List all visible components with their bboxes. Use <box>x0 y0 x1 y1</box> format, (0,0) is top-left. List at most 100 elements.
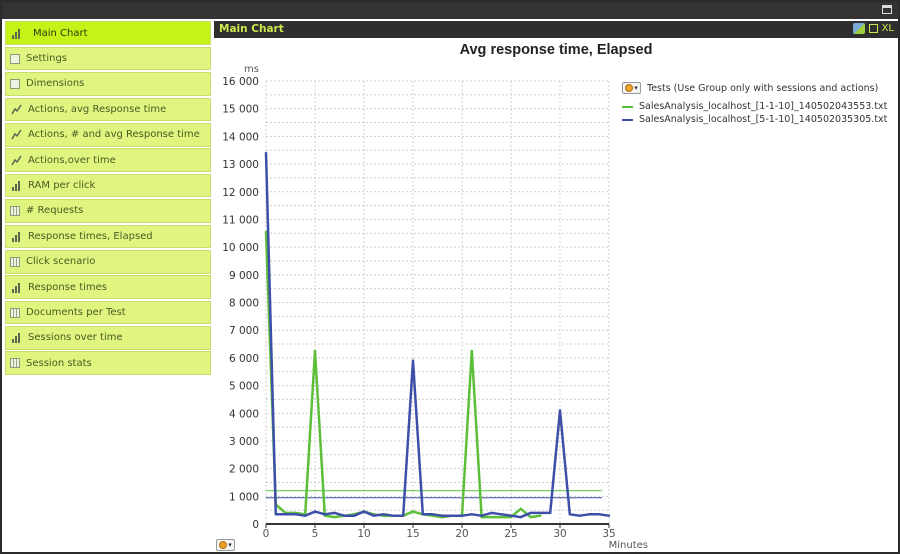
sidebar-item-label: RAM per click <box>28 180 96 192</box>
sidebar: Main Chart Settings Dimensions Actions, avg… <box>5 21 211 377</box>
y-tick-label: 8 000 <box>229 298 259 310</box>
table-icon <box>10 358 20 369</box>
sidebar-item-session-stats[interactable]: Session stats <box>5 351 211 376</box>
window-titlebar <box>2 2 898 19</box>
data-point-series-1 <box>343 514 346 517</box>
table-icon <box>10 256 20 267</box>
data-point-series-1 <box>382 513 385 516</box>
app-window: Main Chart Settings Dimensions Actions, avg… <box>0 0 900 554</box>
data-point-series-1 <box>313 510 317 513</box>
data-point-series-1 <box>323 513 326 516</box>
sidebar-item-label: Sessions over time <box>28 332 123 344</box>
table-icon <box>10 205 20 216</box>
gear-icon <box>219 541 228 549</box>
data-point-series-1 <box>558 409 562 412</box>
sidebar-item-dimensions[interactable]: Dimensions <box>5 72 211 96</box>
x-axis-label: Minutes <box>609 540 648 551</box>
gear-icon <box>625 84 634 92</box>
data-point-series-1 <box>441 514 444 517</box>
main-header: Main Chart XL <box>214 21 898 38</box>
form-icon <box>10 53 20 64</box>
data-point-series-0 <box>490 515 493 519</box>
sidebar-item-actions-and-avg-response-time[interactable]: Actions, # and avg Response time <box>5 122 211 147</box>
sidebar-item-label: Documents per Test <box>26 307 126 318</box>
header-tools: XL <box>852 23 894 34</box>
line-chart-icon <box>10 155 22 166</box>
data-point-series-1 <box>362 510 366 513</box>
y-tick-label: 12 000 <box>222 187 259 199</box>
sidebar-item-label: # Requests <box>26 205 84 217</box>
y-tick-label: 4 000 <box>229 408 259 420</box>
maximize-icon[interactable] <box>882 5 892 14</box>
data-point-series-1 <box>588 513 591 516</box>
sidebar-item-label: Settings <box>26 53 68 65</box>
bar-chart-icon <box>10 180 22 192</box>
sidebar-item-requests[interactable]: # Requests <box>5 199 211 223</box>
sidebar-item-actions-avg-response-time[interactable]: Actions, avg Response time <box>5 97 211 122</box>
print-icon[interactable] <box>868 24 878 33</box>
data-point-series-1 <box>294 513 297 516</box>
sidebar-item-label: Session stats <box>26 357 92 369</box>
data-point-series-0 <box>529 515 532 519</box>
y-tick-label: 15 000 <box>222 104 259 116</box>
sidebar-item-documents-per-test[interactable]: Documents per Test <box>5 300 211 325</box>
data-point-series-0 <box>333 515 336 519</box>
sidebar-item-label: Actions, # and avg Response time <box>28 129 200 141</box>
legend-item[interactable]: SalesAnalysis_localhost_[1-1-10]_1405020… <box>622 100 887 113</box>
x-tick-label: 5 <box>312 528 319 540</box>
sidebar-item-label: Response times, Elapsed <box>28 230 153 242</box>
data-point-series-1 <box>568 513 571 516</box>
x-tick-label: 35 <box>602 528 615 540</box>
data-point-series-1 <box>607 514 611 517</box>
data-point-series-1 <box>304 514 307 517</box>
main-title: Main Chart <box>219 23 284 35</box>
export-icon[interactable] <box>852 23 865 34</box>
sidebar-item-actions-over-time[interactable]: Actions,over time <box>5 148 211 172</box>
sidebar-item-settings[interactable]: Settings <box>5 46 211 71</box>
sidebar-item-click-scenario[interactable]: Click scenario <box>5 249 211 274</box>
data-point-series-0 <box>470 349 473 353</box>
sidebar-item-sessions-over-time[interactable]: Sessions over time <box>5 326 211 350</box>
data-point-series-0 <box>264 230 268 234</box>
data-point-series-1 <box>549 511 552 515</box>
data-point-series-0 <box>313 349 317 353</box>
x-tick-label: 15 <box>406 528 419 540</box>
chart-options-button[interactable]: ▾ <box>216 534 235 553</box>
chart-area: Avg response time, Elapsed 01 000 2 000 3 … <box>214 38 898 554</box>
y-tick-label: 16 000 <box>222 76 259 88</box>
data-point-series-1 <box>470 513 473 516</box>
series-line-1 <box>264 152 610 519</box>
y-tick-label: 10 000 <box>222 242 259 254</box>
sidebar-item-label: Dimensions <box>26 78 85 90</box>
data-point-series-1 <box>402 514 405 517</box>
y-tick-label: 7 000 <box>229 325 259 337</box>
sidebar-item-label: Response times <box>28 281 108 293</box>
sidebar-item-response-times-elapsed[interactable]: Response times, Elapsed <box>5 224 211 249</box>
data-point-series-1 <box>372 514 375 517</box>
excel-export-button[interactable]: XL <box>882 23 894 34</box>
legend-label: SalesAnalysis_localhost_[1-1-10]_1405020… <box>639 101 888 112</box>
data-point-series-1 <box>539 511 542 515</box>
data-point-series-1 <box>333 511 336 515</box>
y-tick-label: 2 000 <box>229 464 259 476</box>
y-tick-label: 3 000 <box>229 436 259 448</box>
sidebar-item-main-chart[interactable]: Main Chart <box>5 21 211 45</box>
y-tick-label: 1 000 <box>229 491 259 503</box>
sidebar-item-label: Actions,over time <box>28 154 116 166</box>
data-point-series-1 <box>431 513 434 516</box>
sidebar-item-label: Main Chart <box>33 27 88 39</box>
y-tick-label: 9 000 <box>229 270 259 282</box>
sidebar-item-response-times[interactable]: Response times <box>5 275 211 299</box>
legend-item[interactable]: SalesAnalysis_localhost_[5-1-10]_1405020… <box>622 113 887 126</box>
data-point-series-0 <box>539 514 542 517</box>
legend-options-button[interactable]: ▾ <box>622 82 641 94</box>
legend-swatch <box>622 118 633 121</box>
x-tick-label: 25 <box>504 528 517 540</box>
data-point-series-1 <box>460 514 464 517</box>
sidebar-item-ram-per-click[interactable]: RAM per click <box>5 173 211 198</box>
data-point-series-1 <box>578 514 581 517</box>
y-tick-label: 5 000 <box>229 381 259 393</box>
data-point-series-1 <box>284 513 287 516</box>
sidebar-item-label: Click scenario <box>26 256 96 268</box>
legend-label: SalesAnalysis_localhost_[5-1-10]_1405020… <box>639 114 888 125</box>
